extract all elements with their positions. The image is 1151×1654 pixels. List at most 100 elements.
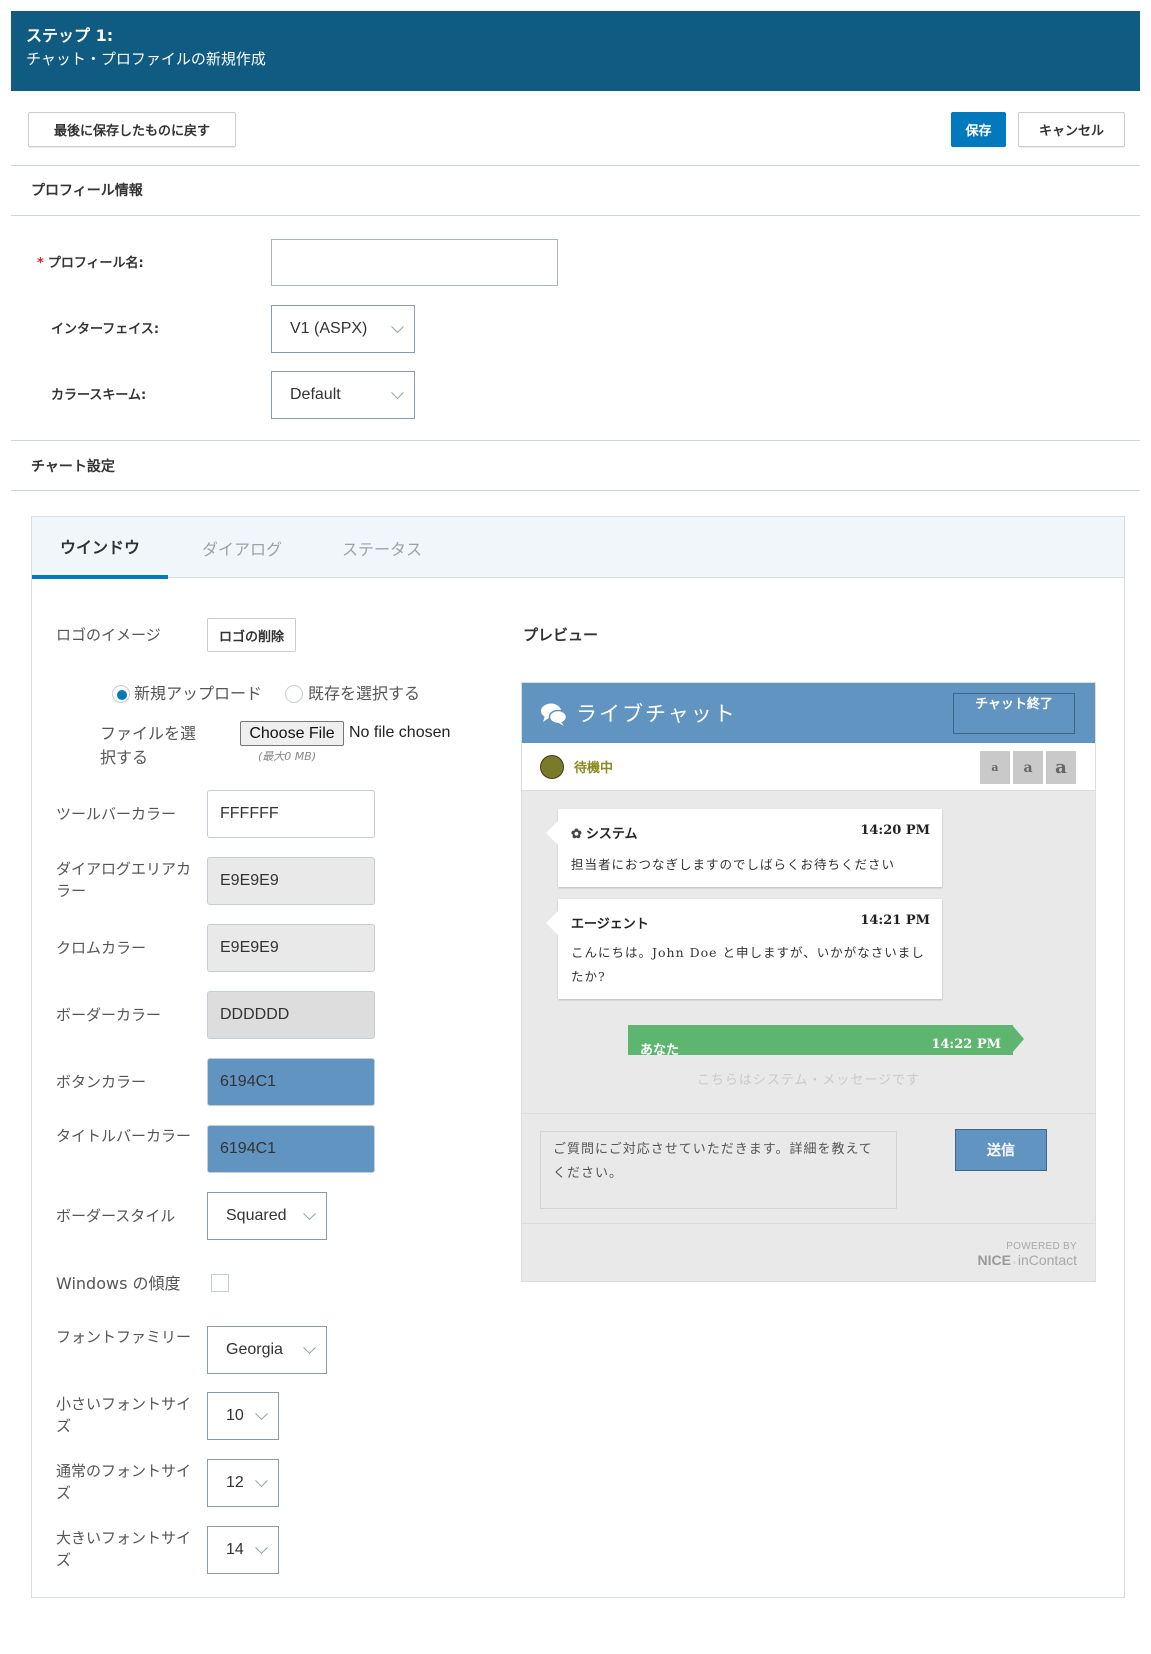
profile-name-input[interactable] bbox=[271, 239, 558, 286]
title-bar-color-input[interactable]: 6194C1 bbox=[207, 1125, 375, 1173]
chevron-down-icon bbox=[303, 1341, 316, 1355]
save-button[interactable]: 保存 bbox=[951, 112, 1006, 147]
interface-select[interactable]: V1 (ASPX) bbox=[271, 305, 415, 353]
delete-logo-button[interactable]: ロゴの削除 bbox=[207, 618, 296, 652]
tab-dialog[interactable]: ダイアログ bbox=[182, 517, 302, 578]
windows-tilt-checkbox[interactable] bbox=[211, 1274, 229, 1292]
required-asterisk: * bbox=[37, 256, 44, 271]
font-family-label: フォントファミリー bbox=[56, 1328, 192, 1346]
font-size-large-button[interactable]: a bbox=[1046, 751, 1076, 784]
small-font-size-select[interactable]: 10 bbox=[207, 1392, 279, 1440]
powered-by-text: POWERED BY bbox=[1006, 1241, 1077, 1252]
divider bbox=[11, 215, 1140, 216]
file-size-hint: (最大0 MB) bbox=[258, 750, 317, 763]
border-color-input[interactable]: DDDDDD bbox=[207, 991, 375, 1039]
chat-settings-title: チャート設定 bbox=[31, 459, 115, 475]
chevron-down-icon bbox=[303, 1207, 316, 1221]
chrome-color-label: クロムカラー bbox=[56, 939, 147, 957]
message-time: 14:21 PM bbox=[860, 913, 930, 928]
normal-font-size-value: 12 bbox=[226, 1474, 244, 1491]
status-text: 待機中 bbox=[574, 761, 614, 776]
color-scheme-select[interactable]: Default bbox=[271, 371, 415, 419]
border-style-label: ボーダースタイル bbox=[56, 1207, 176, 1225]
color-scheme-label: カラースキーム: bbox=[51, 388, 147, 403]
radio-select-existing-label: 既存を選択する bbox=[308, 684, 421, 703]
own-message-pointer bbox=[1012, 1025, 1024, 1053]
divider bbox=[522, 1113, 1095, 1114]
border-style-value: Squared bbox=[226, 1207, 287, 1224]
page-subtitle: チャット・プロファイルの新規作成 bbox=[26, 50, 266, 68]
chat-message: ✿ システム 14:20 PM 担当者におつなぎしますのでしばらくお待ちください bbox=[546, 809, 942, 887]
font-size-small-button[interactable]: a bbox=[980, 751, 1010, 784]
message-sender: ✿ システム bbox=[571, 827, 638, 842]
button-color-input[interactable]: 6194C1 bbox=[207, 1058, 375, 1106]
radio-select-existing[interactable] bbox=[285, 685, 303, 703]
chat-title-bar: ライブチャット チャット終了 bbox=[522, 683, 1095, 743]
tab-status[interactable]: ステータス bbox=[322, 517, 442, 578]
chevron-down-icon bbox=[255, 1474, 268, 1488]
font-family-select[interactable]: Georgia bbox=[207, 1326, 327, 1374]
border-color-label: ボーダーカラー bbox=[56, 1006, 162, 1024]
chat-bubbles-icon bbox=[541, 703, 568, 726]
profile-section-title: プロフィール情報 bbox=[31, 183, 143, 199]
cancel-button[interactable]: キャンセル bbox=[1018, 112, 1125, 147]
file-status-text: No file chosen bbox=[349, 724, 451, 741]
large-font-size-label: 大きいフォントサイズ bbox=[56, 1529, 192, 1569]
message-time: 14:20 PM bbox=[860, 823, 930, 838]
font-family-value: Georgia bbox=[226, 1341, 283, 1358]
title-bar-color-label: タイトルバーカラー bbox=[56, 1127, 192, 1145]
end-chat-button[interactable]: チャット終了 bbox=[953, 693, 1075, 734]
preview-title: プレビュー bbox=[523, 626, 599, 644]
dialog-area-color-label: ダイアログエリアカラー bbox=[56, 860, 192, 900]
page-header: ステップ 1: チャット・プロファイルの新規作成 bbox=[11, 11, 1140, 91]
divider bbox=[11, 490, 1140, 491]
radio-new-upload-label: 新規アップロード bbox=[134, 684, 263, 703]
dialog-area-color-input[interactable]: E9E9E9 bbox=[207, 857, 375, 905]
toolbar-color-label: ツールバーカラー bbox=[56, 805, 177, 823]
powered-by-logo: POWERED BY NICE ◦ inContact bbox=[977, 1241, 1077, 1268]
step-label: ステップ 1: bbox=[26, 26, 114, 45]
divider bbox=[11, 440, 1140, 441]
small-font-size-value: 10 bbox=[226, 1407, 244, 1424]
chevron-down-icon bbox=[391, 386, 404, 400]
revert-button[interactable]: 最後に保存したものに戻す bbox=[28, 112, 236, 147]
choose-file-label: ファイルを選択する bbox=[100, 724, 197, 767]
tab-bar: ウインドウ ダイアログ ステータス bbox=[32, 517, 1124, 579]
large-font-size-value: 14 bbox=[226, 1541, 244, 1558]
font-size-normal-button[interactable]: a bbox=[1013, 751, 1043, 784]
chat-message: エージェント 14:21 PM こんにちは。John Doe と申しますが、いか… bbox=[546, 899, 942, 999]
border-style-select[interactable]: Squared bbox=[207, 1192, 327, 1240]
chat-title: ライブチャット bbox=[576, 702, 737, 726]
chevron-down-icon bbox=[255, 1407, 268, 1421]
brand-nice: NICE bbox=[977, 1252, 1011, 1268]
own-message-time: 14:22 PM bbox=[931, 1037, 1001, 1052]
normal-font-size-label: 通常のフォントサイズ bbox=[56, 1462, 192, 1502]
send-button[interactable]: 送信 bbox=[955, 1129, 1047, 1171]
logo-image-label: ロゴのイメージ bbox=[56, 626, 161, 644]
small-font-size-label: 小さいフォントサイズ bbox=[56, 1395, 192, 1435]
own-message-sender: あなた bbox=[640, 1043, 680, 1055]
radio-new-upload[interactable] bbox=[112, 685, 130, 703]
gear-icon: ✿ bbox=[571, 827, 582, 842]
tab-window[interactable]: ウインドウ bbox=[32, 517, 168, 579]
message-sender: エージェント bbox=[571, 917, 649, 932]
interface-select-value: V1 (ASPX) bbox=[290, 320, 368, 337]
large-font-size-select[interactable]: 14 bbox=[207, 1526, 279, 1574]
profile-name-label: * プロフィール名: bbox=[37, 256, 144, 271]
chevron-down-icon bbox=[255, 1541, 268, 1555]
compose-textarea[interactable]: ご質問にご対応させていただきます。詳細を教えてください。 bbox=[540, 1131, 897, 1209]
divider bbox=[522, 1223, 1095, 1224]
color-scheme-select-value: Default bbox=[290, 386, 341, 403]
interface-label: インターフェイス: bbox=[51, 322, 160, 337]
choose-file-button[interactable]: Choose File bbox=[240, 721, 344, 746]
brand-incontact: inContact bbox=[1017, 1252, 1077, 1268]
status-indicator-icon bbox=[540, 755, 564, 779]
message-body: こんにちは。John Doe と申しますが、いかがなさいましたか? bbox=[571, 945, 925, 984]
chrome-color-input[interactable]: E9E9E9 bbox=[207, 924, 375, 972]
divider bbox=[11, 165, 1140, 166]
normal-font-size-select[interactable]: 12 bbox=[207, 1459, 279, 1507]
button-color-label: ボタンカラー bbox=[56, 1073, 147, 1091]
chevron-down-icon bbox=[391, 320, 404, 334]
own-message: あなた 14:22 PM bbox=[628, 1025, 1013, 1055]
toolbar-color-input[interactable]: FFFFFF bbox=[207, 790, 375, 838]
